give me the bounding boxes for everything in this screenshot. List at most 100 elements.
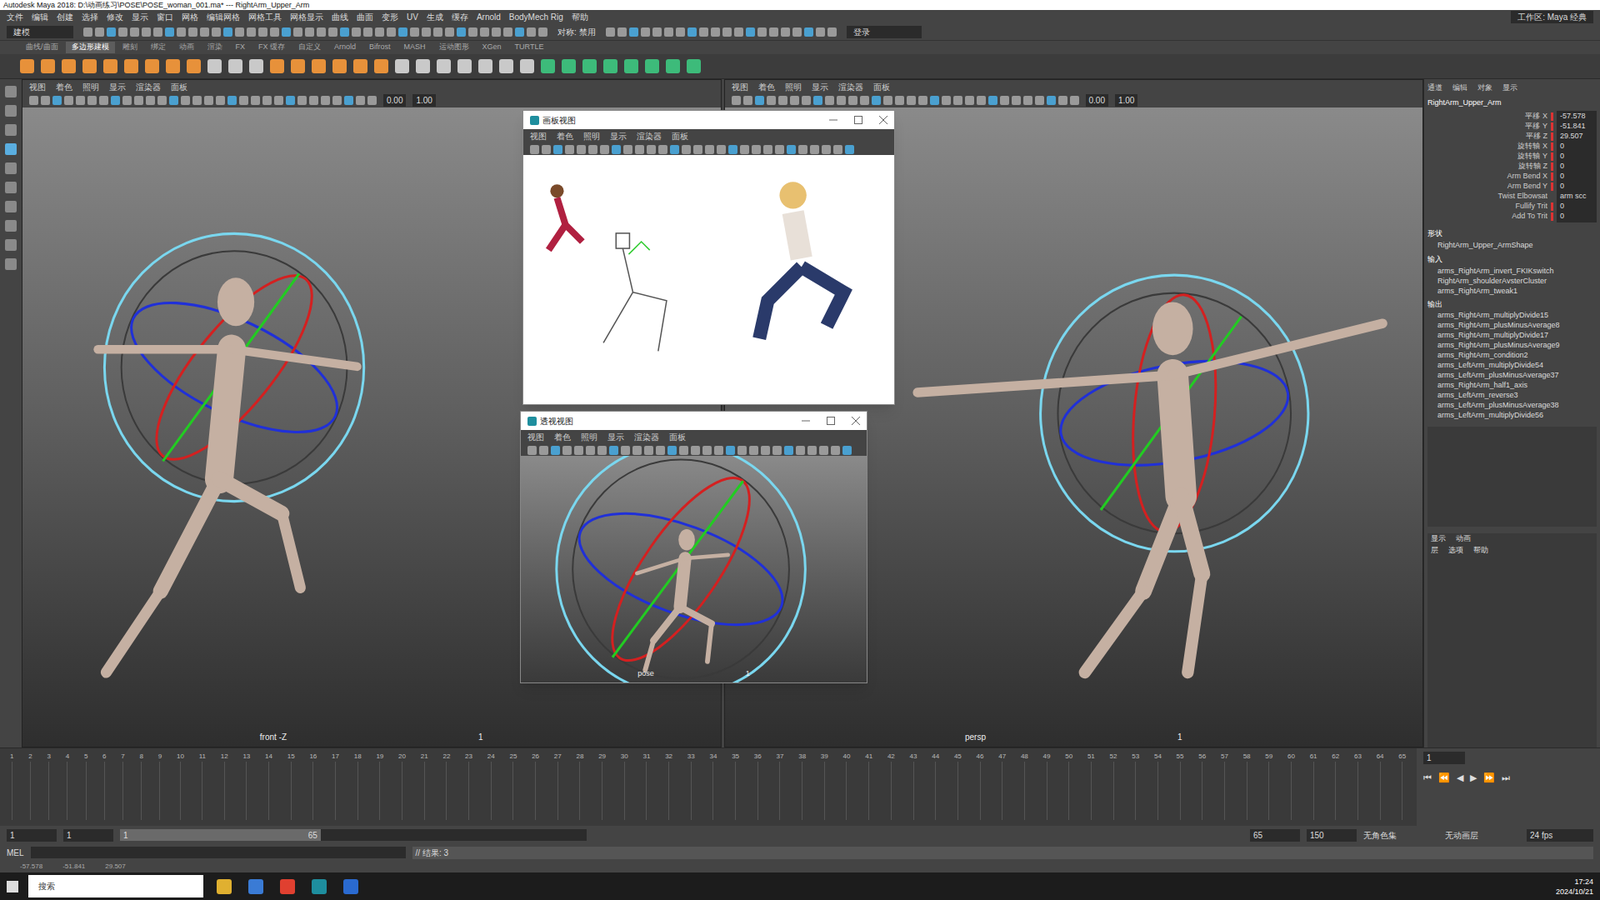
maximize-icon[interactable]	[854, 115, 863, 125]
channel-menu[interactable]: 编辑	[1452, 82, 1468, 95]
rotate-manipulator[interactable]	[104, 233, 364, 501]
toolbar-icon[interactable]	[605, 27, 615, 37]
toolbar-icon[interactable]	[491, 27, 501, 37]
panel-menu-item[interactable]: 着色	[55, 80, 73, 94]
output-node[interactable]: arms_RightArm_half1_axis	[1427, 380, 1597, 390]
toolbar-icon[interactable]	[574, 445, 584, 455]
toolbar-icon[interactable]	[611, 145, 621, 155]
layer-menu[interactable]: 层	[1430, 545, 1439, 557]
inner-end-field[interactable]: 65	[1250, 829, 1300, 842]
panel-menu-item[interactable]: 显示	[607, 430, 625, 444]
layer-menu[interactable]: 选项	[1448, 545, 1464, 557]
toolbar-icon[interactable]	[503, 27, 513, 37]
toolbar-icon[interactable]	[766, 95, 776, 105]
toolbar-icon[interactable]	[110, 95, 120, 105]
output-node[interactable]: arms_LeftArm_multiplyDivide54	[1427, 360, 1597, 370]
toolbar-icon[interactable]	[833, 145, 843, 155]
toolbar-icon[interactable]	[629, 27, 639, 37]
toolbar-icon[interactable]	[815, 27, 825, 37]
toolbar-icon[interactable]	[165, 27, 175, 37]
toolbar-icon[interactable]	[930, 95, 940, 105]
toolbar-icon[interactable]	[200, 27, 210, 37]
toolbar-icon[interactable]	[953, 95, 963, 105]
shelf-tool-icon[interactable]	[61, 59, 76, 74]
toolbar-icon[interactable]	[772, 445, 782, 455]
toolbar-icon[interactable]	[52, 95, 62, 105]
toolbar-icon[interactable]	[710, 27, 720, 37]
panel-menu-item[interactable]: 渲染器	[838, 80, 864, 94]
tool-icon[interactable]	[5, 239, 17, 251]
symmetry-select[interactable]: 对称: 禁用	[557, 25, 596, 39]
panel-menu-item[interactable]: 渲染器	[634, 430, 660, 444]
toolbar-icon[interactable]	[562, 445, 572, 455]
taskbar-app-icon[interactable]	[216, 879, 232, 895]
toolbar-icon[interactable]	[398, 27, 408, 37]
panel-menu-item[interactable]: 显示	[610, 130, 627, 143]
toolbar-icon[interactable]	[83, 27, 93, 37]
output-node[interactable]: arms_LeftArm_reverse3	[1427, 390, 1597, 400]
panel-menu-item[interactable]: 面板	[669, 430, 686, 444]
toolbar-icon[interactable]	[375, 27, 385, 37]
toolbar-icon[interactable]	[842, 445, 852, 455]
anim-layer[interactable]: 无动画层	[1445, 829, 1520, 842]
toolbar-icon[interactable]	[687, 27, 697, 37]
toolbar-icon[interactable]	[600, 145, 610, 155]
channel-menu[interactable]: 通道	[1427, 82, 1443, 95]
toolbar-icon[interactable]	[188, 27, 198, 37]
toolbar-icon[interactable]	[743, 95, 753, 105]
output-node[interactable]: arms_RightArm_plusMinusAverage9	[1427, 340, 1597, 350]
toolbar-icon[interactable]	[807, 445, 817, 455]
toolbar-icon[interactable]	[565, 145, 575, 155]
toolbar-icon[interactable]	[367, 95, 377, 105]
toolbar-icon[interactable]	[679, 445, 689, 455]
toolbar-icon[interactable]	[576, 145, 586, 155]
toolbar-icon[interactable]	[550, 445, 560, 455]
menu-item[interactable]: 缓存	[451, 10, 469, 24]
toolbar-icon[interactable]	[468, 27, 478, 37]
toolbar-icon[interactable]	[644, 445, 654, 455]
shelf-tab[interactable]: 雕刻	[116, 41, 144, 54]
toolbar-icon[interactable]	[1035, 95, 1045, 105]
toolbar-icon[interactable]	[1058, 95, 1068, 105]
toolbar-icon[interactable]	[737, 445, 747, 455]
toolbar-icon[interactable]	[664, 27, 674, 37]
toolbar-icon[interactable]	[749, 445, 759, 455]
shelf-tab[interactable]: 动画	[173, 41, 200, 54]
shelf-tool-icon[interactable]	[561, 59, 576, 74]
toolbar-icon[interactable]	[845, 145, 855, 155]
channel-row[interactable]: Add To Trit0	[1427, 211, 1597, 222]
floating-window[interactable]: 透视视图视图着色照明显示渲染器面板pose1	[520, 410, 868, 684]
menu-item[interactable]: 文件	[6, 10, 24, 24]
toolbar-icon[interactable]	[293, 27, 303, 37]
toolbar-icon[interactable]	[751, 145, 761, 155]
toolbar-icon[interactable]	[480, 27, 490, 37]
menu-item[interactable]: 曲面	[356, 10, 374, 24]
toolbar-icon[interactable]	[106, 27, 116, 37]
menu-item[interactable]: UV	[406, 10, 419, 24]
toolbar-icon[interactable]	[157, 95, 167, 105]
menu-item[interactable]: 窗口	[156, 10, 174, 24]
taskbar-app-icon[interactable]	[280, 879, 295, 895]
character-figure[interactable]	[636, 529, 728, 670]
toolbar-icon[interactable]	[830, 445, 840, 455]
toolbar-icon[interactable]	[786, 145, 796, 155]
toolbar-icon[interactable]	[620, 445, 630, 455]
toolbar-icon[interactable]	[784, 445, 794, 455]
shelf-tab[interactable]: Bifrost	[363, 41, 397, 54]
shelf-tool-icon[interactable]	[332, 59, 347, 74]
tool-icon[interactable]	[5, 258, 17, 270]
login-button[interactable]: 登录	[846, 25, 922, 39]
shelf-tool-icon[interactable]	[624, 59, 639, 74]
shelf-tool-icon[interactable]	[645, 59, 660, 74]
shelf-tool-icon[interactable]	[395, 59, 410, 74]
toolbar-icon[interactable]	[1023, 95, 1033, 105]
panel-menu-item[interactable]: 视图	[530, 130, 547, 143]
playback-button[interactable]: ◀	[1456, 770, 1464, 785]
channel-row[interactable]: 平移 Z29.507	[1427, 131, 1597, 142]
menu-item[interactable]: 编辑网格	[206, 10, 240, 24]
toolbar-icon[interactable]	[918, 95, 928, 105]
toolbar-icon[interactable]	[810, 145, 820, 155]
toolbar-icon[interactable]	[609, 445, 619, 455]
toolbar-icon[interactable]	[675, 27, 685, 37]
time-slider[interactable]: 1234567891011121314151617181920212223242…	[0, 747, 1600, 826]
